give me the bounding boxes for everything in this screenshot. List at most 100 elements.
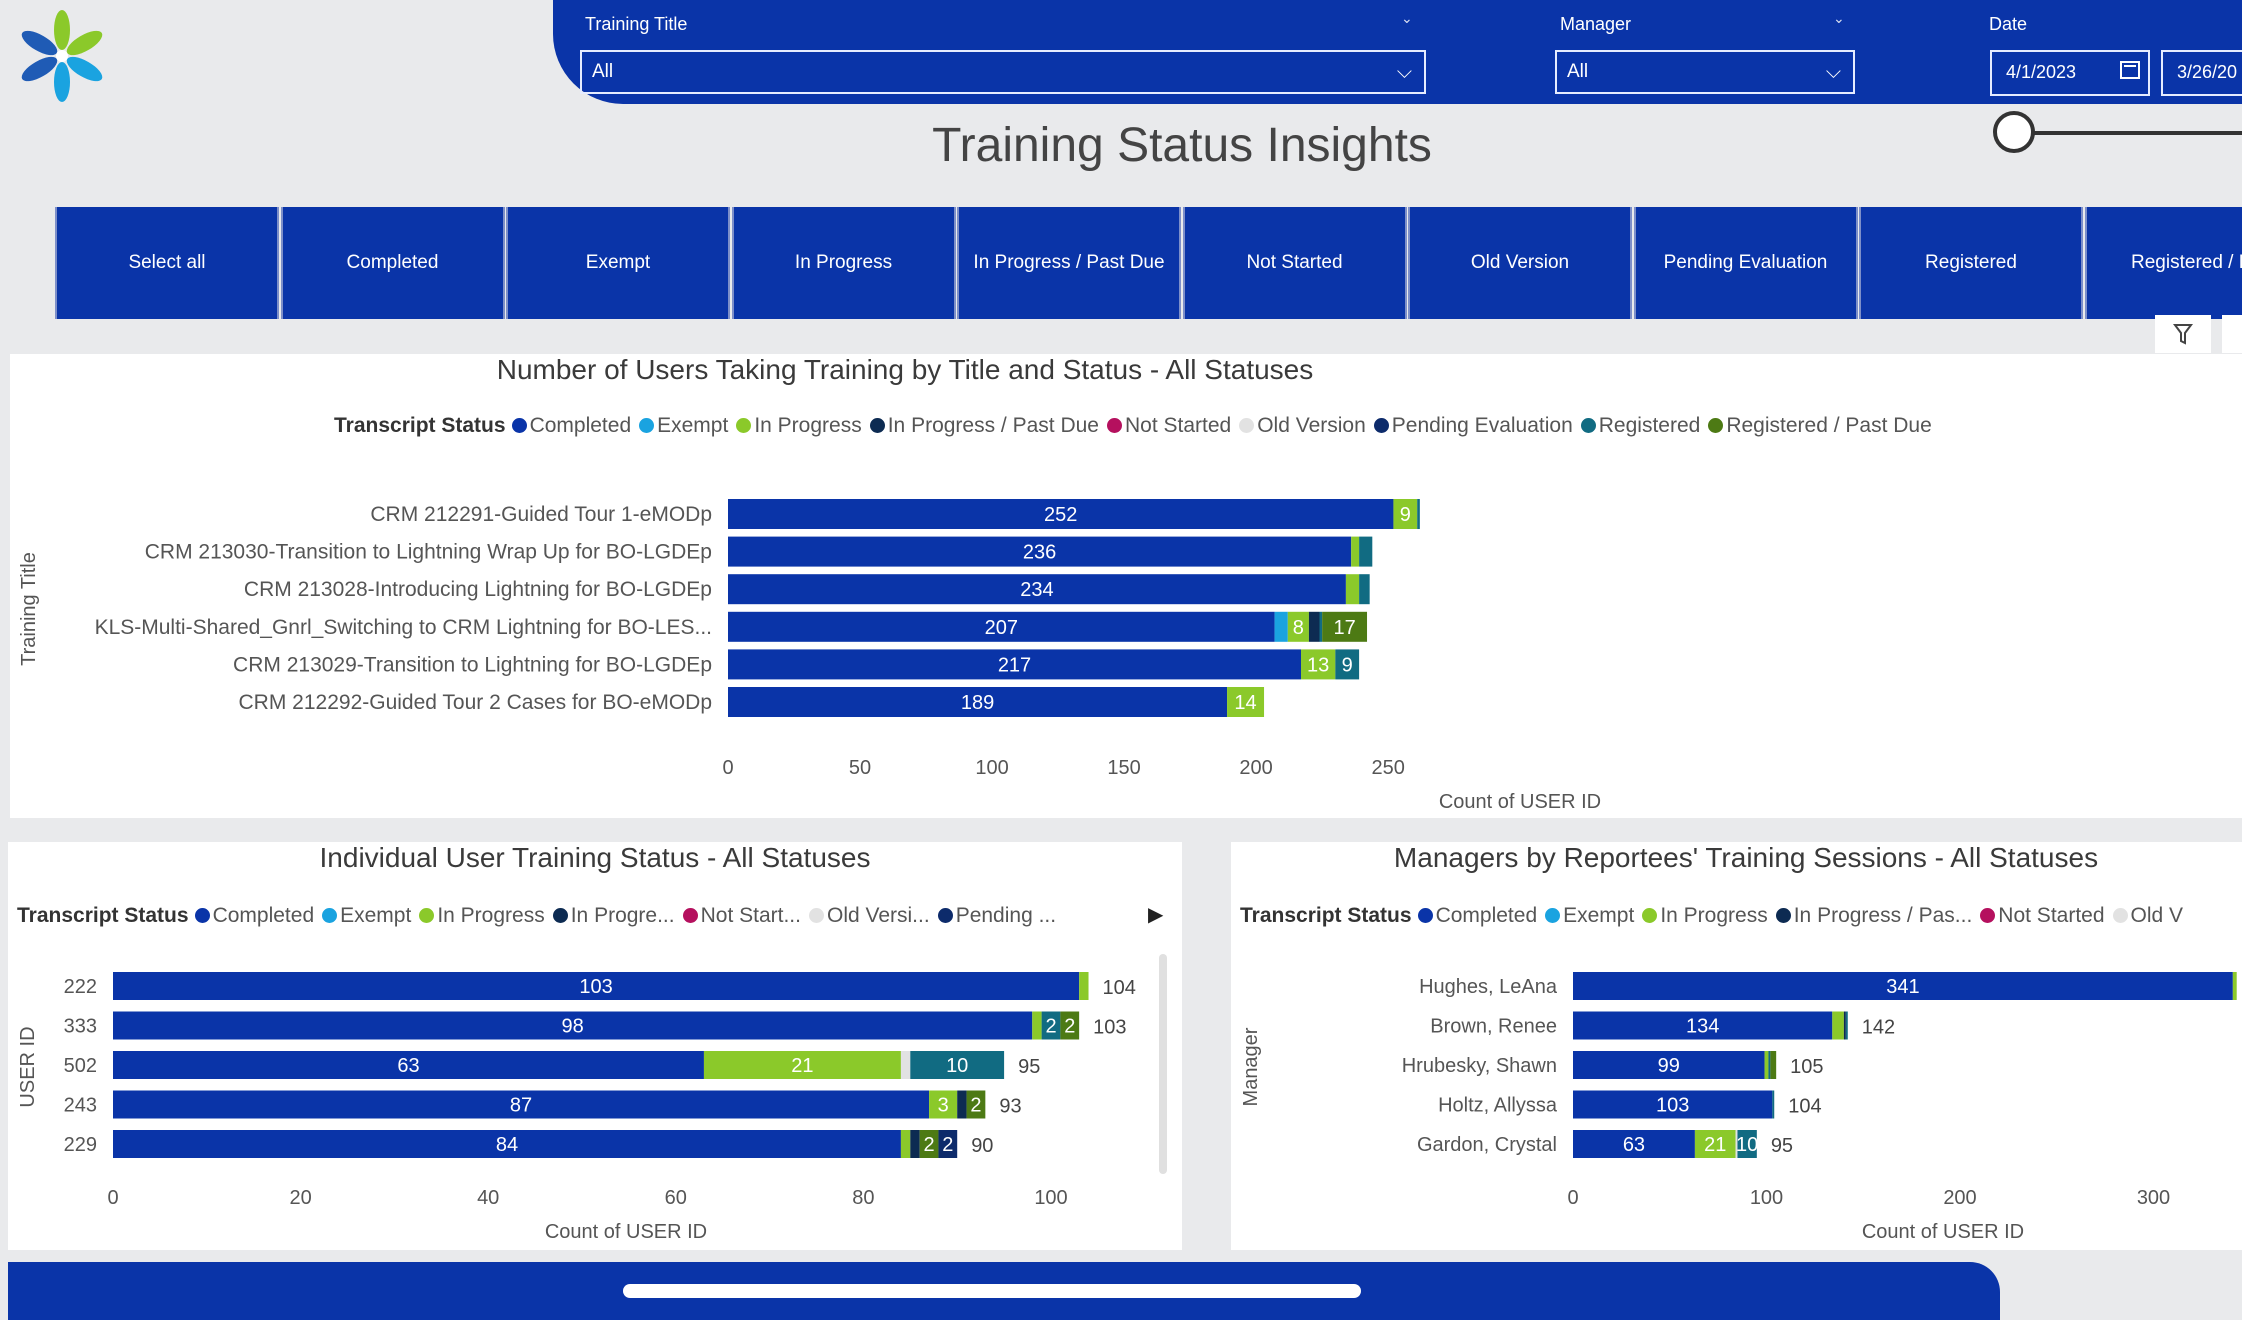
status-button-pending-evaluation[interactable]: Pending Evaluation: [1633, 207, 1858, 319]
data-label: 3: [938, 1095, 949, 1117]
bar-segment-registered[interactable]: [1768, 1051, 1771, 1079]
chevron-down-icon: ⌵: [1396, 61, 1412, 83]
more-options-button[interactable]: [2222, 315, 2242, 353]
category-label: Hrubesky, Shawn: [1402, 1055, 1557, 1077]
x-tick-label: 20: [289, 1187, 311, 1209]
company-logo: [21, 10, 103, 102]
x-tick-label: 60: [665, 1187, 687, 1209]
total-label: 90: [971, 1135, 993, 1157]
manager-chart: Hughes, LeAna 341 Brown, Renee 134 142 Hrubes…: [1240, 972, 2237, 1243]
training-title-filter-label: Training Title: [585, 14, 688, 34]
calendar-icon[interactable]: [2120, 61, 2140, 79]
status-button-old-version[interactable]: Old Version: [1408, 207, 1632, 319]
data-label: 13: [1307, 654, 1329, 676]
manager-chart-panel: Managers by Reportees' Training Sessions…: [1231, 842, 2242, 1250]
x-axis-title: Count of USER ID: [545, 1221, 707, 1243]
main-chart: CRM 212291-Guided Tour 1-eMODp 252 9 CRM 21…: [18, 499, 1601, 813]
status-button-in-progress-past-due[interactable]: In Progress / Past Due: [957, 207, 1181, 319]
bar-segment-exempt[interactable]: [1274, 611, 1288, 642]
x-axis-title: Count of USER ID: [1439, 791, 1601, 813]
data-label: 134: [1686, 1016, 1719, 1038]
status-button-not-started[interactable]: Not Started: [1182, 207, 1407, 319]
category-label: Hughes, LeAna: [1419, 976, 1558, 998]
bar-segment-registered[interactable]: [1359, 536, 1373, 567]
status-button-registered[interactable]: Registered: [1859, 207, 2083, 319]
bar-segment-in-progress[interactable]: [2232, 972, 2237, 1000]
manager-dropdown[interactable]: All ⌵: [1555, 50, 1855, 94]
bar-segment-registered[interactable]: [1359, 574, 1370, 605]
start-date-input[interactable]: 4/1/2023: [1990, 50, 2150, 96]
bar-segment-in-progress[interactable]: [900, 1130, 911, 1158]
x-axis-title: Count of USER ID: [1862, 1221, 2024, 1243]
x-tick-label: 200: [1239, 757, 1272, 779]
status-button-select-all[interactable]: Select all: [55, 207, 279, 319]
end-date-input[interactable]: 3/26/20: [2161, 50, 2242, 96]
bar-segment-old-version[interactable]: [900, 1051, 911, 1079]
bar-segment-in-progress[interactable]: [1351, 536, 1360, 567]
data-label: 14: [1234, 692, 1256, 714]
data-label: 234: [1020, 579, 1053, 601]
data-label: 63: [1623, 1134, 1645, 1156]
status-button-in-progress[interactable]: In Progress: [731, 207, 956, 319]
manager-dropdown-value: All: [1567, 61, 1589, 82]
data-label: 2: [1045, 1016, 1056, 1038]
category-label: KLS-Multi-Shared_Gnrl_Switching to CRM L…: [95, 616, 712, 639]
total-label: 104: [1788, 1096, 1821, 1118]
category-label: CRM 212291-Guided Tour 1-eMODp: [370, 503, 712, 526]
bar-segment-in-progress[interactable]: [1764, 1051, 1769, 1079]
data-label: 99: [1658, 1055, 1680, 1077]
training-title-dropdown[interactable]: All ⌵: [580, 50, 1426, 94]
user-chart-panel: Individual User Training Status - All St…: [8, 842, 1182, 1250]
data-label: 9: [1400, 504, 1411, 526]
bar-segment-registered[interactable]: [1845, 1011, 1848, 1040]
x-tick-label: 250: [1371, 757, 1404, 779]
filter-icon-button[interactable]: [2155, 315, 2211, 353]
y-axis-title: USER ID: [17, 1026, 39, 1107]
data-label: 103: [579, 976, 612, 998]
bar-segment-in-progress[interactable]: [1345, 574, 1360, 605]
page-title: Training Status Insights: [932, 119, 1432, 172]
x-tick-label: 40: [477, 1187, 499, 1209]
chevron-down-icon[interactable]: ⌄: [1833, 10, 1845, 27]
bar-segment-registered[interactable]: [1772, 1090, 1775, 1119]
horizontal-scrollbar[interactable]: [623, 1284, 1361, 1298]
data-label: 98: [561, 1016, 583, 1038]
category-label: 222: [64, 976, 97, 998]
x-tick-label: 100: [1034, 1187, 1067, 1209]
chevron-down-icon[interactable]: ⌄: [1401, 10, 1413, 27]
date-slider-track[interactable]: [2016, 131, 2242, 135]
bar-segment-in-progress-past-due[interactable]: [1843, 1011, 1846, 1040]
x-tick-label: 80: [852, 1187, 874, 1209]
bar-segment-in-progress-past-due[interactable]: [910, 1130, 920, 1158]
filter-icon: [2173, 324, 2193, 345]
bar-segment-in-progress-past-due[interactable]: [957, 1090, 967, 1119]
data-label: 9: [1342, 654, 1353, 676]
total-label: 93: [999, 1096, 1021, 1118]
bar-segment-in-progress-past-due[interactable]: [1308, 611, 1320, 642]
y-axis-title: Training Title: [18, 552, 40, 666]
status-button-exempt[interactable]: Exempt: [506, 207, 730, 319]
category-label: 502: [64, 1055, 97, 1077]
date-slider-handle[interactable]: [1993, 111, 2035, 153]
total-label: 103: [1093, 1017, 1126, 1039]
data-label: 217: [998, 654, 1031, 676]
data-label: 207: [985, 617, 1018, 639]
data-label: 236: [1023, 542, 1056, 564]
data-label: 21: [791, 1055, 813, 1077]
total-label: 142: [1862, 1017, 1895, 1039]
x-tick-label: 100: [975, 757, 1008, 779]
status-button-completed[interactable]: Completed: [280, 207, 505, 319]
category-label: Brown, Renee: [1430, 1016, 1557, 1038]
bar-segment-in-progress[interactable]: [1079, 972, 1089, 1000]
bar-segment-in-progress[interactable]: [1832, 1011, 1844, 1040]
x-tick-label: 150: [1107, 757, 1140, 779]
bar-segment-registered[interactable]: [1417, 499, 1420, 529]
chevron-down-icon: ⌵: [1825, 61, 1841, 83]
data-label: 103: [1656, 1095, 1689, 1117]
x-tick-label: 0: [107, 1187, 118, 1209]
bar-segment-registered-past-due[interactable]: [1770, 1051, 1777, 1079]
bar-segment-registered[interactable]: [1319, 611, 1323, 642]
bar-segment-in-progress[interactable]: [1032, 1011, 1042, 1040]
category-label: CRM 212292-Guided Tour 2 Cases for BO-eM…: [239, 691, 712, 714]
status-button-registered-pa[interactable]: Registered / Pa: [2084, 207, 2242, 319]
